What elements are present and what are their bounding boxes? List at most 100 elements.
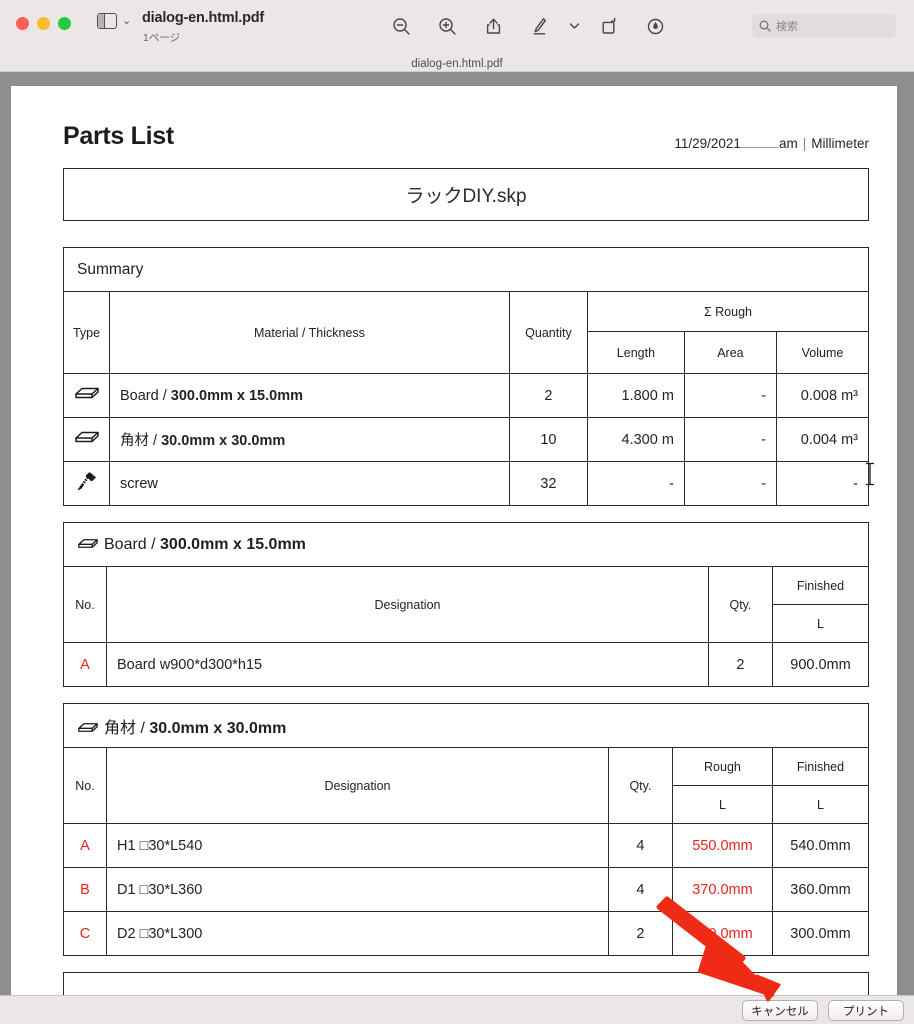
- chevron-down-icon: ⌄: [122, 14, 132, 27]
- kakuzai-caption-prefix: 角材 /: [104, 719, 150, 737]
- row-finished-l: 360.0mm: [771, 867, 870, 912]
- kakuzai-caption-spec: 30.0mm x 30.0mm: [149, 719, 287, 737]
- markup-pen-icon[interactable]: [516, 13, 562, 39]
- header-length: Length: [586, 331, 685, 374]
- meta-meridiem: am: [778, 136, 798, 151]
- material-prefix: Board /: [120, 387, 171, 404]
- row-length: 1.800 m: [586, 373, 685, 418]
- close-button[interactable]: [16, 17, 29, 30]
- summary-caption-row: Summary: [63, 247, 869, 292]
- highlight-icon[interactable]: [632, 13, 678, 39]
- sidebar-icon: [97, 12, 117, 30]
- row-designation: Board w900*d300*h15: [106, 642, 709, 687]
- next-section-table-partial: [63, 972, 869, 995]
- header-type: Type: [63, 291, 110, 374]
- zoom-out-icon[interactable]: [378, 13, 424, 39]
- row-volume: 0.004 m³: [775, 417, 870, 462]
- row-qty: 4: [607, 823, 673, 868]
- header-sigma-rough: Σ Rough: [586, 291, 870, 332]
- table-row: screw 32 - - -: [63, 461, 870, 506]
- row-area: -: [683, 461, 777, 506]
- document-meta: 11/29/2021 am | Millimeter: [674, 136, 869, 151]
- row-designation: D2 □30*L300: [106, 911, 609, 956]
- row-designation: D1 □30*L360: [106, 867, 609, 912]
- header-no: No.: [63, 566, 107, 643]
- app-window: ⌄ dialog-en.html.pdf 1ページ 検索 dialog-en.h…: [0, 0, 914, 1024]
- row-no: A: [63, 823, 107, 868]
- cancel-button[interactable]: キャンセル: [742, 1000, 818, 1021]
- row-material-cell: 角材 / 30.0mm x 30.0mm: [109, 417, 510, 462]
- header-area: Area: [683, 331, 777, 374]
- board-3d-icon: [74, 387, 99, 399]
- parts-list-document: Parts List 11/29/2021 am | Millimeter ラックDI…: [63, 114, 870, 995]
- row-quantity: 2: [508, 373, 588, 418]
- table-row: A Board w900*d300*h15 2 900.0mm: [63, 642, 870, 687]
- summary-header-row-1: Type Material / Thickness Quantity Σ Rou…: [63, 291, 870, 374]
- pdf-canvas[interactable]: Parts List 11/29/2021 am | Millimeter ラックDI…: [0, 72, 914, 995]
- row-material-cell: Board / 300.0mm x 15.0mm: [109, 373, 510, 418]
- search-placeholder: 検索: [776, 21, 798, 33]
- dialog-footer: キャンセル プリント: [0, 995, 914, 1024]
- table-row: B D1 □30*L360 4 370.0mm 360.0mm: [63, 867, 870, 912]
- row-length: -: [586, 461, 685, 506]
- row-area: -: [683, 373, 777, 418]
- kakuzai-header-row-1: No. Designation Qty. Rough Finished: [63, 747, 870, 824]
- row-quantity: 10: [508, 417, 588, 462]
- kakuzai-section-table: 角材 / 30.0mm x 30.0mm No. Designation Qty…: [63, 703, 870, 956]
- row-type-icon-cell: [63, 417, 110, 462]
- rotate-icon[interactable]: [586, 13, 632, 39]
- header-finished-l: L: [771, 785, 870, 824]
- sidebar-toggle-button[interactable]: ⌄: [97, 12, 132, 30]
- file-name-box: ラックDIY.skp: [63, 168, 869, 221]
- search-input[interactable]: 検索: [752, 14, 896, 38]
- board-3d-icon: [74, 431, 99, 443]
- header-qty: Qty.: [707, 566, 773, 643]
- row-rough-l: 550.0mm: [671, 823, 773, 868]
- material-spec: 300.0mm x 15.0mm: [170, 387, 303, 404]
- row-finished-l: 300.0mm: [771, 911, 870, 956]
- header-rough-l: L: [671, 785, 773, 824]
- header-designation: Designation: [106, 747, 609, 824]
- board-caption-row: Board / 300.0mm x 15.0mm: [63, 522, 869, 567]
- window-controls: [16, 17, 71, 30]
- row-type-icon-cell: [63, 461, 110, 506]
- board-3d-icon: [78, 722, 98, 732]
- row-designation: H1 □30*L540: [106, 823, 609, 868]
- row-qty: 2: [607, 911, 673, 956]
- row-length: 4.300 m: [586, 417, 685, 462]
- table-row: Board / 300.0mm x 15.0mm 2 1.800 m - 0.0…: [63, 373, 870, 418]
- board-caption-spec: 300.0mm x 15.0mm: [160, 535, 306, 553]
- row-volume: 0.008 m³: [775, 373, 870, 418]
- center-filename-label: dialog-en.html.pdf: [411, 58, 503, 70]
- row-no: C: [63, 911, 107, 956]
- zoom-in-icon[interactable]: [424, 13, 470, 39]
- row-finished-l: 540.0mm: [771, 823, 870, 868]
- row-no: A: [63, 642, 107, 687]
- summary-caption: Summary: [63, 247, 869, 292]
- row-volume: -: [775, 461, 870, 506]
- header-finished: Finished: [771, 566, 870, 605]
- header-designation: Designation: [106, 566, 709, 643]
- header-rough: Rough: [671, 747, 773, 786]
- row-qty: 2: [707, 642, 773, 687]
- row-no: B: [63, 867, 107, 912]
- kakuzai-caption-row: 角材 / 30.0mm x 30.0mm: [63, 703, 869, 748]
- row-area: -: [683, 417, 777, 462]
- header-quantity: Quantity: [508, 291, 588, 374]
- table-row: A H1 □30*L540 4 550.0mm 540.0mm: [63, 823, 870, 868]
- board-caption-prefix: Board /: [104, 535, 161, 553]
- material-spec: 30.0mm x 30.0mm: [161, 433, 286, 449]
- zoom-button[interactable]: [58, 17, 71, 30]
- page-count-label: 1ページ: [143, 32, 181, 44]
- minimize-button[interactable]: [37, 17, 50, 30]
- page-title: Parts List: [63, 122, 174, 150]
- row-qty: 4: [607, 867, 673, 912]
- title-bar: ⌄ dialog-en.html.pdf 1ページ 検索 dialog-en.h…: [0, 0, 914, 72]
- meta-date: 11/29/2021: [674, 136, 741, 151]
- print-button[interactable]: プリント: [828, 1000, 904, 1021]
- share-icon[interactable]: [470, 13, 516, 39]
- markup-chevron-down-icon[interactable]: [562, 13, 586, 39]
- table-row: [63, 972, 869, 995]
- material-prefix: 角材 /: [120, 433, 162, 449]
- meta-unit: Millimeter: [811, 136, 869, 151]
